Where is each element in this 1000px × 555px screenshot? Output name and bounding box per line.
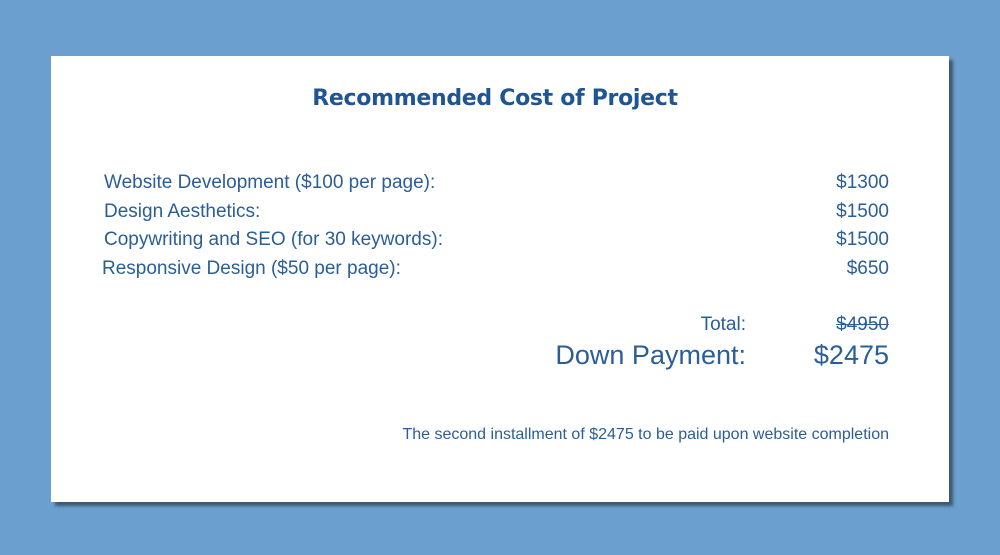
down-payment-label: Down Payment: bbox=[555, 340, 746, 370]
line-item-label: Responsive Design ($50 per page): bbox=[102, 258, 401, 279]
line-item-value: $1500 bbox=[836, 201, 889, 222]
line-item: Website Development ($100 per page): $13… bbox=[104, 172, 889, 198]
line-item-label: Website Development ($100 per page): bbox=[104, 172, 436, 193]
line-item: Responsive Design ($50 per page): $650 bbox=[102, 258, 889, 284]
total-label: Total: bbox=[700, 314, 746, 335]
line-item: Design Aesthetics: $1500 bbox=[104, 201, 889, 227]
line-item-value: $1500 bbox=[836, 229, 889, 250]
page-title: Recommended Cost of Project bbox=[312, 86, 678, 111]
line-item-label: Design Aesthetics: bbox=[104, 201, 261, 222]
line-item-value: $1300 bbox=[836, 172, 889, 193]
line-item: Copywriting and SEO (for 30 keywords): $… bbox=[104, 229, 889, 255]
down-payment-value: $2475 bbox=[813, 340, 889, 370]
total-value: $4950 bbox=[836, 314, 889, 335]
cost-card: Recommended Cost of Project Website Deve… bbox=[51, 56, 949, 502]
installment-note: The second installment of $2475 to be pa… bbox=[402, 426, 889, 443]
line-item-label: Copywriting and SEO (for 30 keywords): bbox=[104, 229, 443, 250]
line-item-value: $650 bbox=[846, 258, 889, 279]
